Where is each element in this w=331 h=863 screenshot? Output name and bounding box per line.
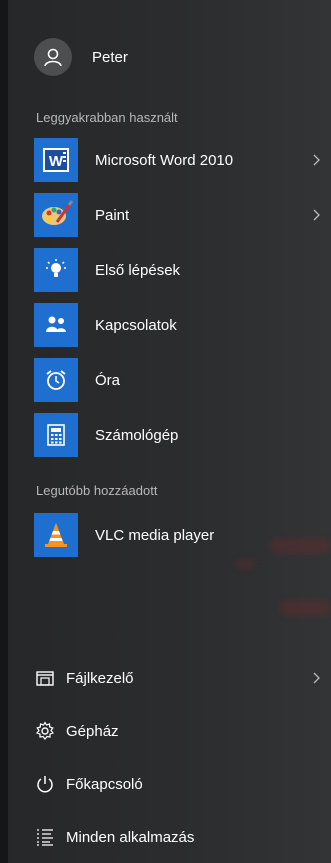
app-label: Microsoft Word 2010 <box>95 151 234 169</box>
file-explorer-button[interactable]: Fájlkezelő <box>34 656 331 700</box>
bottom-label: Főkapcsoló <box>66 775 143 793</box>
app-item-get-started[interactable]: Első lépések <box>34 243 331 297</box>
section-recently-added: Legutóbb hozzáadott <box>36 483 158 498</box>
app-label: Kapcsolatok <box>95 316 177 334</box>
app-label: Első lépések <box>95 261 181 279</box>
app-item-paint[interactable]: Paint <box>34 188 331 242</box>
paint-icon <box>34 193 78 237</box>
gear-icon <box>34 720 56 742</box>
app-label: VLC media player <box>95 526 215 544</box>
bottom-label: Minden alkalmazás <box>66 828 195 846</box>
people-icon <box>34 303 78 347</box>
bottom-label: Fájlkezelő <box>66 669 134 687</box>
user-icon <box>34 38 72 76</box>
bottom-label: Gépház <box>66 722 119 740</box>
settings-button[interactable]: Gépház <box>34 709 331 753</box>
app-label: Paint <box>95 206 130 224</box>
power-button[interactable]: Főkapcsoló <box>34 762 331 806</box>
chevron-right-icon[interactable] <box>311 154 323 166</box>
app-label: Óra <box>95 371 121 389</box>
section-most-used: Leggyakrabban használt <box>36 110 178 125</box>
chevron-right-icon[interactable] <box>311 672 323 684</box>
file-explorer-icon <box>34 667 56 689</box>
app-item-vlc[interactable]: VLC media player <box>34 508 331 562</box>
app-item-alarms[interactable]: Óra <box>34 353 331 407</box>
all-apps-list-icon <box>34 826 56 848</box>
user-account-button[interactable]: Peter <box>34 37 128 77</box>
vlc-cone-icon <box>34 513 78 557</box>
user-name: Peter <box>92 48 128 66</box>
chevron-right-icon[interactable] <box>311 209 323 221</box>
alarm-clock-icon <box>34 358 78 402</box>
power-icon <box>34 773 56 795</box>
svg-text:W: W <box>49 153 64 170</box>
word-icon: W <box>34 138 78 182</box>
left-edge <box>0 0 8 863</box>
app-item-contacts[interactable]: Kapcsolatok <box>34 298 331 352</box>
app-item-word[interactable]: W Microsoft Word 2010 <box>34 133 331 187</box>
app-item-calculator[interactable]: Számológép <box>34 408 331 462</box>
background-smudge <box>280 600 330 616</box>
all-apps-button[interactable]: Minden alkalmazás <box>34 815 331 859</box>
calculator-icon <box>34 413 78 457</box>
app-label: Számológép <box>95 426 179 444</box>
lightbulb-icon <box>34 248 78 292</box>
